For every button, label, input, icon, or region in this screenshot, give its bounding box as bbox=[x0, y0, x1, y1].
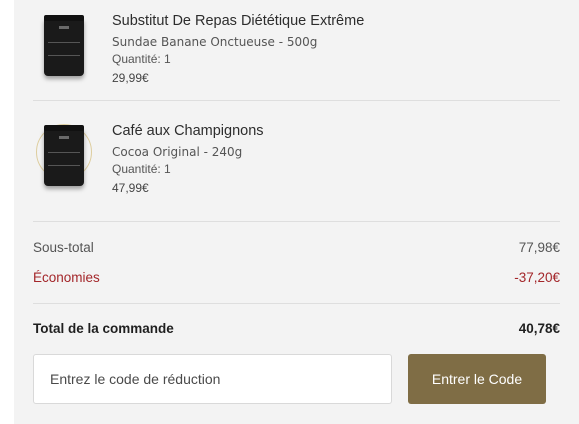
meal-replacement-pouch-icon bbox=[44, 15, 84, 76]
product-image[interactable] bbox=[33, 12, 95, 84]
cart-item-info: Substitut De Repas Diététique Extrême Su… bbox=[112, 12, 364, 86]
product-quantity: Quantité: 1 bbox=[112, 52, 171, 66]
savings-row: Économies -37,20€ bbox=[33, 270, 560, 285]
cart-item: Substitut De Repas Diététique Extrême Su… bbox=[33, 0, 560, 101]
savings-label: Économies bbox=[33, 270, 100, 285]
cart-item-info: Café aux Champignons Cocoa Original - 24… bbox=[112, 122, 264, 196]
order-total-label: Total de la commande bbox=[33, 321, 174, 336]
subtotal-label: Sous-total bbox=[33, 240, 94, 255]
discount-code-input[interactable] bbox=[33, 354, 392, 404]
product-title[interactable]: Substitut De Repas Diététique Extrême bbox=[112, 12, 364, 30]
apply-code-button[interactable]: Entrer le Code bbox=[408, 354, 546, 404]
savings-value: -37,20€ bbox=[514, 270, 560, 285]
order-total-row: Total de la commande 40,78€ bbox=[33, 321, 560, 336]
order-summary-panel: Substitut De Repas Diététique Extrême Su… bbox=[14, 0, 579, 424]
cart-item: Café aux Champignons Cocoa Original - 24… bbox=[33, 102, 560, 222]
product-price: 29,99€ bbox=[112, 71, 149, 85]
product-variant: Sundae Banane Onctueuse - 500g bbox=[112, 35, 318, 49]
product-quantity: Quantité: 1 bbox=[112, 162, 171, 176]
product-variant: Cocoa Original - 240g bbox=[112, 145, 243, 159]
product-title[interactable]: Café aux Champignons bbox=[112, 122, 264, 140]
product-price: 47,99€ bbox=[112, 181, 149, 195]
subtotal-row: Sous-total 77,98€ bbox=[33, 240, 560, 255]
product-image[interactable] bbox=[33, 122, 95, 194]
mushroom-coffee-pouch-icon bbox=[44, 125, 84, 186]
order-total-value: 40,78€ bbox=[518, 321, 560, 336]
subtotal-value: 77,98€ bbox=[518, 240, 560, 255]
summary-divider bbox=[33, 303, 560, 304]
